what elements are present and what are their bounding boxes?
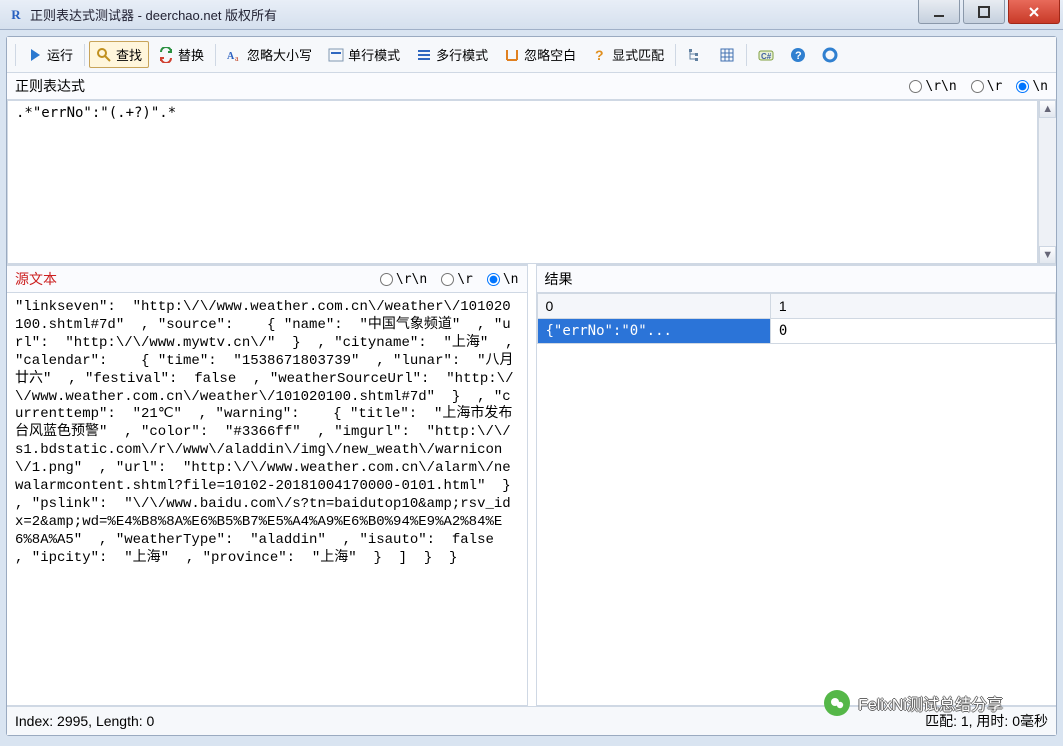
- scroll-down-icon[interactable]: ▼: [1039, 246, 1056, 264]
- maximize-button[interactable]: [963, 0, 1005, 24]
- result-title: 结果: [545, 269, 573, 289]
- toolbar-separator: [675, 44, 676, 66]
- app-icon: R: [8, 7, 24, 23]
- close-button[interactable]: [1008, 0, 1060, 24]
- svg-text:C#: C#: [761, 52, 772, 61]
- window-title: 正则表达式测试器 - deerchao.net 版权所有: [30, 5, 277, 24]
- result-header: 结果: [537, 265, 1057, 293]
- status-right: 匹配: 1, 用时: 0毫秒: [925, 711, 1048, 731]
- toolbar: 运行 查找 替换 Aa 忽略大小写 单行模式 多行模式 忽略空白 ?: [7, 37, 1056, 73]
- source-header: 源文本 \r\n \r \n: [7, 265, 527, 293]
- toolbar-separator: [84, 44, 85, 66]
- scroll-up-icon[interactable]: ▲: [1039, 100, 1056, 118]
- regex-r-radio[interactable]: \r: [971, 79, 1003, 94]
- single-line-button[interactable]: 单行模式: [321, 41, 407, 68]
- source-title: 源文本: [15, 269, 57, 289]
- question-icon: ?: [592, 47, 608, 63]
- explicit-match-button[interactable]: ? 显式匹配: [585, 41, 671, 68]
- multi-line-label: 多行模式: [436, 45, 488, 64]
- case-icon: Aa: [227, 47, 243, 63]
- regex-input[interactable]: [7, 100, 1038, 264]
- single-line-icon: [328, 47, 344, 63]
- grid-icon: [719, 47, 735, 63]
- help-button[interactable]: ?: [783, 43, 813, 67]
- run-label: 运行: [47, 45, 73, 64]
- result-col-1[interactable]: 1: [770, 294, 1055, 319]
- single-line-label: 单行模式: [348, 45, 400, 64]
- regex-header: 正则表达式 \r\n \r \n: [7, 73, 1056, 100]
- regex-line-ending-group: \r\n \r \n: [909, 79, 1048, 94]
- status-bar: Index: 2995, Length: 0 匹配: 1, 用时: 0毫秒: [7, 706, 1056, 735]
- window-controls: [918, 0, 1063, 24]
- result-cell-0: {"errNo":"0"...: [537, 319, 770, 344]
- svg-text:?: ?: [795, 50, 802, 62]
- window-body: 运行 查找 替换 Aa 忽略大小写 单行模式 多行模式 忽略空白 ?: [6, 36, 1057, 736]
- replace-icon: [158, 47, 174, 63]
- result-row[interactable]: {"errNo":"0"... 0: [537, 319, 1056, 344]
- source-panel: 源文本 \r\n \r \n: [7, 264, 528, 706]
- ignore-whitespace-label: 忽略空白: [524, 45, 576, 64]
- regex-title: 正则表达式: [15, 76, 85, 96]
- regex-scrollbar[interactable]: ▲ ▼: [1038, 100, 1056, 264]
- multi-line-button[interactable]: 多行模式: [409, 41, 495, 68]
- ignore-whitespace-button[interactable]: 忽略空白: [497, 41, 583, 68]
- run-button[interactable]: 运行: [20, 41, 80, 68]
- replace-button[interactable]: 替换: [151, 41, 211, 68]
- find-label: 查找: [116, 45, 142, 64]
- source-input[interactable]: [7, 293, 527, 705]
- multi-line-icon: [416, 47, 432, 63]
- source-rn-radio[interactable]: \r\n: [380, 272, 427, 287]
- play-icon: [27, 47, 43, 63]
- toolbar-separator: [215, 44, 216, 66]
- svg-text:?: ?: [595, 47, 604, 63]
- whitespace-icon: [504, 47, 520, 63]
- ignore-case-button[interactable]: Aa 忽略大小写: [220, 41, 319, 68]
- explicit-match-label: 显式匹配: [612, 45, 664, 64]
- tree-icon: [687, 47, 703, 63]
- result-cell-1: 0: [770, 319, 1055, 344]
- toolbar-separator: [746, 44, 747, 66]
- regex-n-radio[interactable]: \n: [1016, 79, 1048, 94]
- status-left: Index: 2995, Length: 0: [15, 713, 154, 729]
- find-button[interactable]: 查找: [89, 41, 149, 68]
- help-icon: ?: [790, 47, 806, 63]
- about-button[interactable]: [815, 43, 845, 67]
- regex-rn-radio[interactable]: \r\n: [909, 79, 956, 94]
- result-grid[interactable]: 0 1 {"errNo":"0"... 0: [537, 293, 1057, 705]
- svg-text:a: a: [235, 54, 239, 63]
- csharp-button[interactable]: C#: [751, 43, 781, 67]
- source-n-radio[interactable]: \n: [487, 272, 519, 287]
- source-r-radio[interactable]: \r: [441, 272, 473, 287]
- middle-pane: 源文本 \r\n \r \n 结果 0 1: [7, 264, 1056, 706]
- toolbar-separator: [15, 44, 16, 66]
- svg-text:A: A: [227, 51, 235, 62]
- ignore-case-label: 忽略大小写: [247, 45, 312, 64]
- result-col-0[interactable]: 0: [537, 294, 770, 319]
- ring-icon: [822, 47, 838, 63]
- search-icon: [96, 47, 112, 63]
- titlebar: R 正则表达式测试器 - deerchao.net 版权所有: [0, 0, 1063, 30]
- tree-view-button[interactable]: [680, 43, 710, 67]
- minimize-button[interactable]: [918, 0, 960, 24]
- csharp-icon: C#: [758, 47, 774, 63]
- source-line-ending-group: \r\n \r \n: [380, 272, 519, 287]
- replace-label: 替换: [178, 45, 204, 64]
- grid-view-button[interactable]: [712, 43, 742, 67]
- result-panel: 结果 0 1 {"errNo":"0"... 0: [536, 264, 1057, 706]
